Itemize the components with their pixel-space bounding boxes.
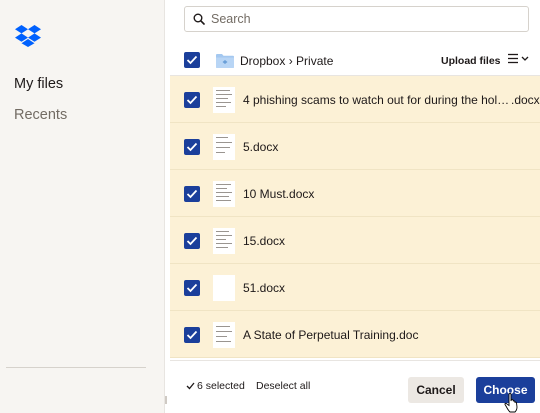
file-row[interactable]: 4 phishing scams to watch out for during… [170,76,540,123]
hand-cursor-icon [504,393,518,413]
file-row[interactable]: 51.docx [170,264,540,311]
checkmark-icon [186,283,198,293]
file-chooser-window: My files Recents Dropbox › Priva [0,0,540,413]
file-name: 5.docx [243,140,279,154]
file-checkbox[interactable] [184,186,200,202]
file-checkbox[interactable] [184,327,200,343]
file-row[interactable]: 10 Must.docx [170,170,540,217]
file-checkbox[interactable] [184,139,200,155]
file-checkbox[interactable] [184,233,200,249]
sidebar-resize-handle[interactable] [165,396,167,404]
select-all-checkbox[interactable] [184,52,200,68]
file-row[interactable]: A State of Perpetual Training.doc [170,311,540,358]
dropbox-logo-icon[interactable] [15,25,41,47]
selected-count-label: 6 selected [197,380,245,392]
upload-files-button[interactable]: Upload files [441,55,501,67]
deselect-all-button[interactable]: Deselect all [256,380,310,392]
checkmark-icon [186,142,198,152]
file-name: 10 Must.docx [243,187,315,201]
file-name: 15.docx [243,234,286,248]
sidebar: My files Recents [0,0,165,413]
checkmark-icon [186,55,198,65]
sidebar-item-recents[interactable]: Recents [14,107,67,123]
file-row[interactable]: 5.docx [170,123,540,170]
document-thumbnail-icon [213,275,235,301]
file-list: 4 phishing scams to watch out for during… [170,76,540,360]
file-name: A State of Perpetual Training.doc [243,328,419,342]
file-extension: .docx [511,93,540,107]
document-thumbnail-icon [213,87,235,113]
selected-count: 6 selected [186,380,245,392]
document-thumbnail-icon [213,134,235,160]
sidebar-item-my-files[interactable]: My files [14,76,63,92]
file-row[interactable]: 15.docx [170,217,540,264]
footer-bar: 6 selected Deselect all Cancel Choose [170,360,540,413]
checkmark-icon [186,382,195,390]
list-view-icon[interactable] [508,53,530,65]
file-name: 51.docx [243,281,286,295]
document-thumbnail-icon [213,228,235,254]
checkmark-icon [186,236,198,246]
search-input[interactable] [211,7,521,31]
file-name: 4 phishing scams to watch out for during… [243,93,511,107]
sidebar-divider [6,367,146,368]
breadcrumb[interactable]: Dropbox › Private [240,54,333,68]
search-icon [193,13,205,25]
checkmark-icon [186,95,198,105]
document-thumbnail-icon [213,322,235,348]
file-checkbox[interactable] [184,92,200,108]
cancel-button[interactable]: Cancel [408,377,464,403]
file-checkbox[interactable] [184,280,200,296]
checkmark-icon [186,330,198,340]
document-thumbnail-icon [213,181,235,207]
shared-folder-icon [216,54,234,68]
search-box[interactable] [184,6,529,32]
main-panel: Dropbox › Private Upload files [170,0,540,413]
checkmark-icon [186,189,198,199]
folder-header-row: Dropbox › Private Upload files [170,44,540,76]
